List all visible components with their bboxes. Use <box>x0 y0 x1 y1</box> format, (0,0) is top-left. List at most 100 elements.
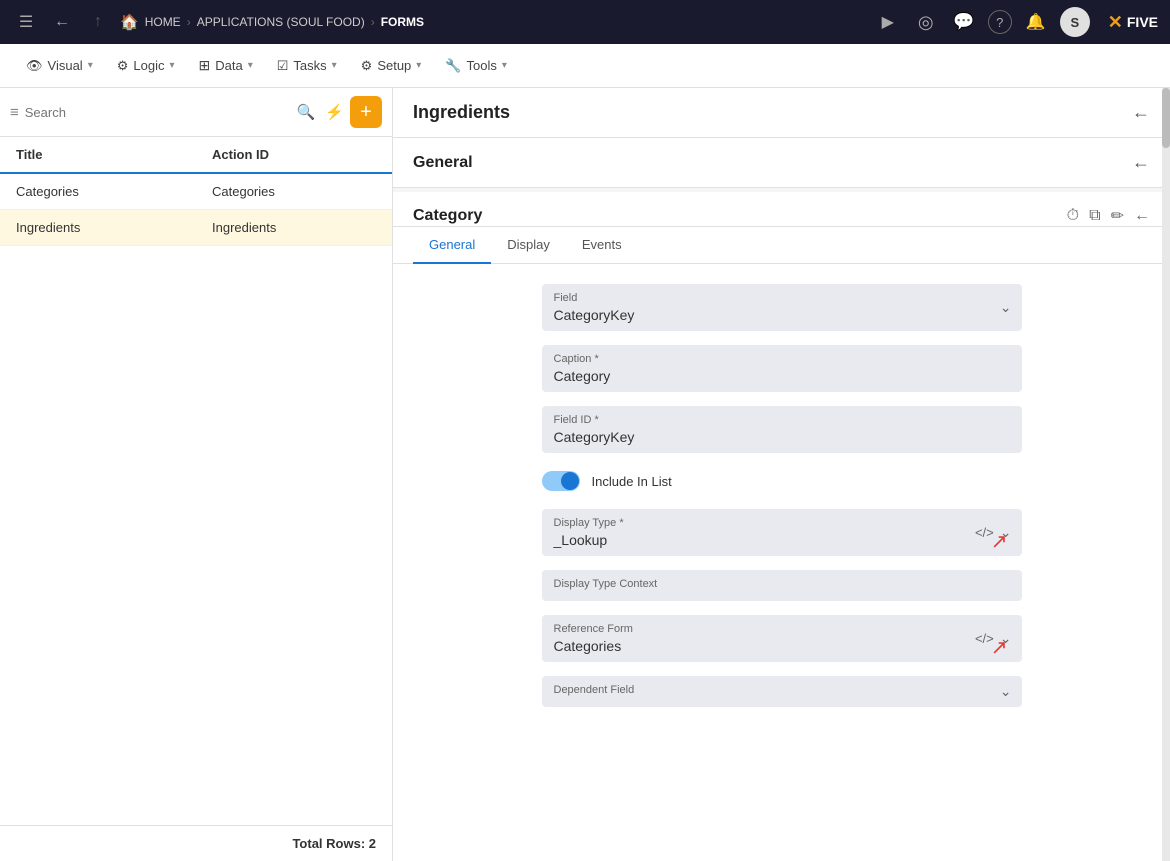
field-id-value: CategoryKey <box>554 429 1010 445</box>
edit-icon[interactable]: ✏ <box>1111 206 1124 226</box>
logic-chevron: ▾ <box>169 60 174 71</box>
tools-icon: 🔧 <box>445 58 461 74</box>
display-type-context-label: Display Type Context <box>554 578 1010 590</box>
general-section: General ← <box>393 138 1170 188</box>
category-card: Category ⏱ ⧉ ✏ ← General Display Events <box>393 192 1170 861</box>
breadcrumb: 🏠 HOME › APPLICATIONS (SOUL FOOD) › FORM… <box>120 13 424 31</box>
home-icon: 🏠 <box>120 13 139 31</box>
field-dependent-field: Dependent Field ⌄ <box>542 676 1022 707</box>
search-input[interactable] <box>25 105 291 120</box>
field-reference-form: Reference Form Categories </> ⌄ ↗ <box>542 615 1022 662</box>
copy-icon[interactable]: ⧉ <box>1089 207 1100 225</box>
history-icon[interactable]: ⏱ <box>1067 207 1079 225</box>
display-type-dropdown-icon[interactable]: ⌄ <box>1000 524 1012 541</box>
top-nav-right: ▶ ◎ 💬 ? 🔔 S ✕ FIVE <box>874 7 1158 37</box>
back-arrow-icon[interactable]: ← <box>48 8 76 36</box>
dependent-field-content: Dependent Field <box>554 684 962 699</box>
top-nav: ☰ ← ↑ 🏠 HOME › APPLICATIONS (SOUL FOOD) … <box>0 0 1170 44</box>
setup-chevron: ▾ <box>416 60 421 71</box>
right-panel: Ingredients ← General ← Category ⏱ ⧉ ✏ ←… <box>393 88 1170 861</box>
search-icon[interactable]: 🔍 <box>297 103 316 121</box>
dependent-field-label: Dependent Field <box>554 684 962 696</box>
caption-content: Caption * Category <box>554 353 1010 384</box>
data-chevron: ▾ <box>248 60 253 71</box>
chat-icon[interactable]: 💬 <box>950 8 978 36</box>
include-in-list-row: Include In List <box>542 467 1022 495</box>
dependent-field-dropdown-icon[interactable]: ⌄ <box>1000 683 1012 700</box>
card-actions: ⏱ ⧉ ✏ ← <box>1067 206 1150 226</box>
general-back-arrow-icon[interactable]: ← <box>1132 152 1150 173</box>
tasks-label: Tasks <box>293 58 326 73</box>
dependent-field-icons: ⌄ <box>1000 683 1012 700</box>
display-type-code-icon[interactable]: </> <box>975 525 994 540</box>
display-type-content: Display Type * _Lookup <box>554 517 962 548</box>
include-in-list-toggle[interactable] <box>542 471 580 491</box>
field-id: Field ID * CategoryKey <box>542 406 1022 453</box>
nav-data[interactable]: ⊞ Data ▾ <box>189 51 263 80</box>
reference-form-label: Reference Form <box>554 623 962 635</box>
nav-setup[interactable]: ⚙ Setup ▾ <box>351 52 432 80</box>
setup-label: Setup <box>377 58 411 73</box>
field-dropdown-icon[interactable]: ⌄ <box>1000 299 1012 316</box>
search-bar: ≡ 🔍 ⚡ + <box>0 88 392 137</box>
table-row[interactable]: Categories Categories <box>0 174 392 210</box>
table-footer: Total Rows: 2 <box>0 825 392 861</box>
forward-arrow-icon[interactable]: ↑ <box>84 8 112 36</box>
tab-display[interactable]: Display <box>491 227 566 264</box>
field-id-content: Field ID * CategoryKey <box>554 414 1010 445</box>
scrollbar-track[interactable] <box>1162 88 1170 861</box>
tab-events[interactable]: Events <box>566 227 638 264</box>
main-layout: ≡ 🔍 ⚡ + Title Action ID Categories Categ… <box>0 88 1170 861</box>
play-icon[interactable]: ▶ <box>874 8 902 36</box>
tools-chevron: ▾ <box>502 60 507 71</box>
reference-form-content: Reference Form Categories <box>554 623 962 654</box>
add-button[interactable]: + <box>350 96 382 128</box>
data-label: Data <box>215 58 242 73</box>
logic-label: Logic <box>133 58 164 73</box>
breadcrumb-sep1: › <box>187 15 191 29</box>
setup-icon: ⚙ <box>361 58 373 74</box>
app-label[interactable]: APPLICATIONS (SOUL FOOD) <box>197 15 365 29</box>
panel-back-arrow-icon[interactable]: ← <box>1132 102 1150 123</box>
reference-form-dropdown-icon[interactable]: ⌄ <box>1000 630 1012 647</box>
display-type-label: Display Type * <box>554 517 962 529</box>
help-icon[interactable]: ? <box>988 10 1012 34</box>
field-value: CategoryKey <box>554 307 962 323</box>
form-inner: Field CategoryKey ⌄ Caption * Category <box>542 284 1022 841</box>
reference-form-value: Categories <box>554 638 962 654</box>
field-display-type-context: Display Type Context <box>542 570 1022 601</box>
tab-general[interactable]: General <box>413 227 491 264</box>
reference-form-code-icon[interactable]: </> <box>975 631 994 646</box>
forms-label[interactable]: FORMS <box>381 15 424 29</box>
category-back-arrow-icon[interactable]: ← <box>1134 207 1150 225</box>
form-content: Field CategoryKey ⌄ Caption * Category <box>393 264 1170 861</box>
secondary-nav: 👁 Visual ▾ ⚙ Logic ▾ ⊞ Data ▾ ☑ Tasks ▾ … <box>0 44 1170 88</box>
bell-icon[interactable]: 🔔 <box>1022 8 1050 36</box>
home-label[interactable]: HOME <box>145 15 181 29</box>
nav-tasks[interactable]: ☑ Tasks ▾ <box>267 52 347 80</box>
row-action-id: Ingredients <box>196 210 392 245</box>
visual-chevron: ▾ <box>88 60 93 71</box>
table-row[interactable]: Ingredients Ingredients <box>0 210 392 246</box>
field-id-label: Field ID * <box>554 414 1010 426</box>
display-type-icons: </> ⌄ <box>975 524 1012 541</box>
search-circle-icon[interactable]: ◎ <box>912 8 940 36</box>
data-icon: ⊞ <box>199 57 211 74</box>
nav-tools[interactable]: 🔧 Tools ▾ <box>435 52 517 80</box>
scrollbar-thumb[interactable] <box>1162 88 1170 148</box>
lightning-icon[interactable]: ⚡ <box>325 103 344 121</box>
filter-icon: ≡ <box>10 104 19 121</box>
breadcrumb-sep2: › <box>371 15 375 29</box>
nav-visual[interactable]: 👁 Visual ▾ <box>16 52 103 80</box>
avatar[interactable]: S <box>1060 7 1090 37</box>
caption-value: Category <box>554 368 1010 384</box>
display-type-context-content: Display Type Context <box>554 578 1010 593</box>
row-action-id: Categories <box>196 174 392 209</box>
col-action-id: Action ID <box>196 137 392 172</box>
panel-header: Ingredients ← <box>393 88 1170 138</box>
menu-icon[interactable]: ☰ <box>12 8 40 36</box>
include-in-list-label: Include In List <box>592 474 672 489</box>
category-card-header: Category ⏱ ⧉ ✏ ← <box>393 192 1170 227</box>
nav-logic[interactable]: ⚙ Logic ▾ <box>107 52 185 80</box>
general-title: General <box>413 154 473 172</box>
